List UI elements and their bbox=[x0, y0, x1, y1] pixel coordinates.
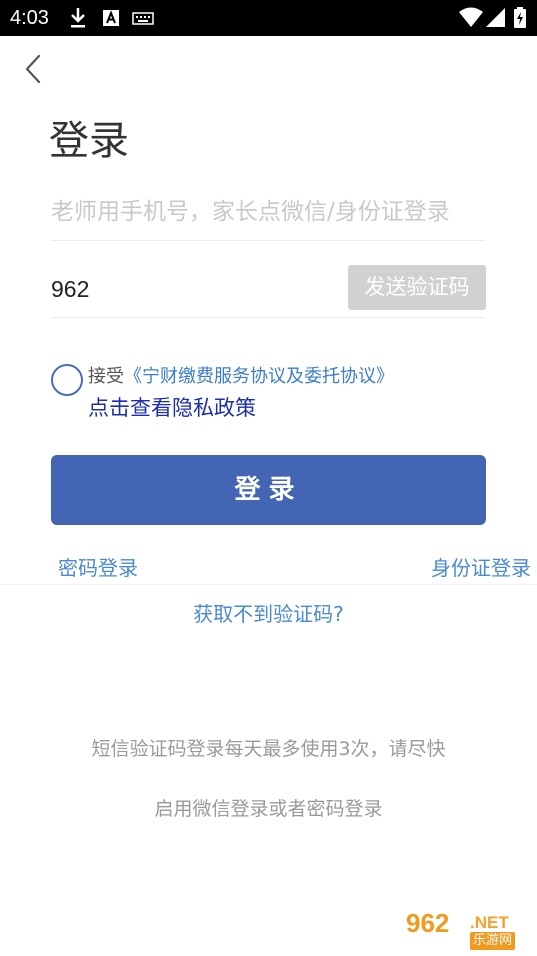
watermark-suffix: .NET bbox=[470, 913, 509, 932]
watermark-subtitle: 乐游网 bbox=[470, 932, 516, 950]
back-button[interactable] bbox=[18, 52, 50, 86]
password-login-link[interactable]: 密码登录 bbox=[58, 554, 138, 582]
wifi-icon bbox=[458, 6, 484, 34]
download-icon bbox=[68, 6, 88, 34]
privacy-policy-link[interactable]: 点击查看隐私政策 bbox=[88, 394, 256, 422]
login-button[interactable]: 登录 bbox=[51, 455, 486, 525]
page-title: 登录 bbox=[49, 118, 129, 164]
chevron-left-icon bbox=[25, 54, 41, 84]
divider bbox=[51, 240, 485, 241]
send-code-button[interactable]: 发送验证码 bbox=[348, 265, 486, 310]
a-font-icon bbox=[101, 6, 121, 34]
sms-limit-note-line1: 短信验证码登录每天最多使用3次，请尽快 bbox=[91, 738, 446, 760]
watermark-number: 962 bbox=[406, 908, 450, 938]
battery-icon bbox=[513, 6, 527, 34]
sms-limit-note-line2: 启用微信登录或者密码登录 bbox=[154, 798, 383, 820]
id-card-login-link[interactable]: 身份证登录 bbox=[431, 554, 531, 582]
site-watermark-logo: 962 .NET 乐游网 bbox=[398, 908, 532, 952]
signal-icon bbox=[485, 6, 507, 34]
agreement-checkbox[interactable] bbox=[51, 364, 83, 396]
keyboard-icon bbox=[132, 6, 154, 34]
status-time: 4:03 bbox=[10, 7, 49, 29]
no-code-link[interactable]: 获取不到验证码? bbox=[0, 600, 537, 628]
divider bbox=[0, 584, 537, 585]
phone-input[interactable] bbox=[51, 192, 485, 232]
agreement-link[interactable]: 《宁财缴费服务协议及委托协议》 bbox=[124, 366, 394, 387]
agreement-prefix: 接受 bbox=[88, 366, 124, 387]
status-bar: 4:03 bbox=[0, 0, 537, 36]
verification-code-input[interactable] bbox=[51, 270, 331, 308]
agreement-text: 接受《宁财缴费服务协议及委托协议》 bbox=[88, 365, 394, 389]
divider bbox=[51, 317, 485, 318]
